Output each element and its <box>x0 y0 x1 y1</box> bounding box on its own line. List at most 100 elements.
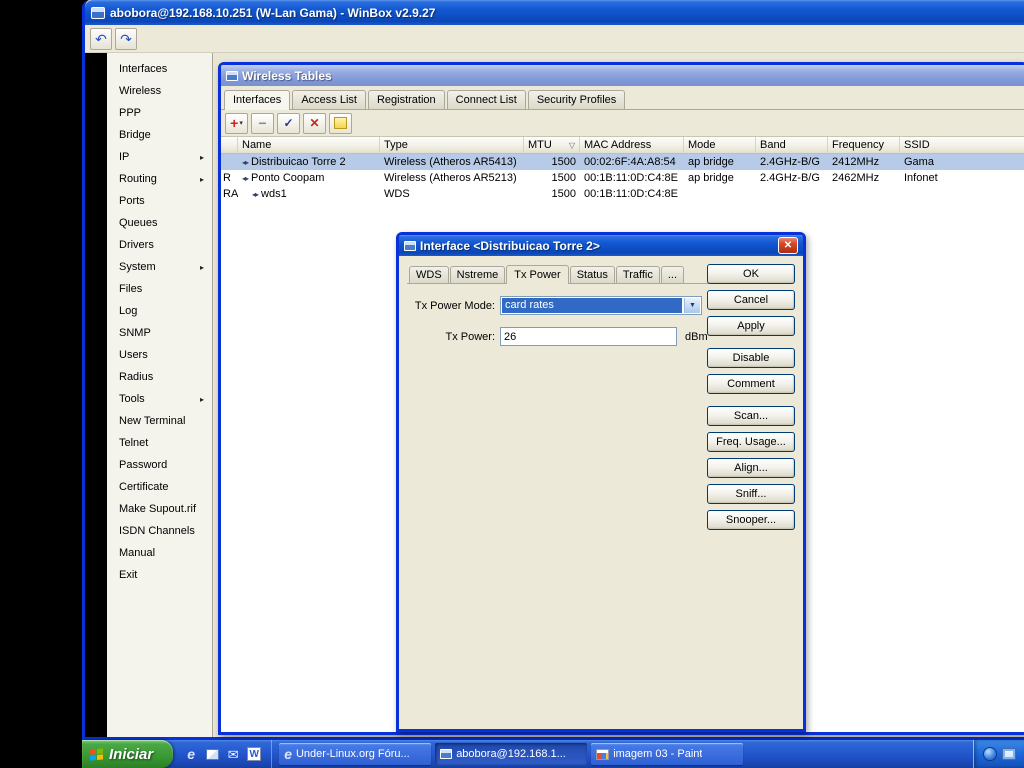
align-button[interactable]: Align... <box>707 458 795 478</box>
tab-tx-power[interactable]: Tx Power <box>506 265 568 284</box>
disable-button[interactable]: Disable <box>707 348 795 368</box>
tab-overflow[interactable]: ... <box>661 266 684 283</box>
cancel-button[interactable]: Cancel <box>707 290 795 310</box>
tab-status[interactable]: Status <box>570 266 615 283</box>
apply-button[interactable]: Apply <box>707 316 795 336</box>
comment-button[interactable]: Comment <box>707 374 795 394</box>
column-label: MTU <box>528 139 552 151</box>
row-type: WDS <box>380 186 524 202</box>
menu-label: Password <box>119 459 167 471</box>
snooper-button[interactable]: Snooper... <box>707 510 795 530</box>
tx-power-mode-row: Tx Power Mode: card rates ▼ <box>407 296 709 315</box>
tab-traffic[interactable]: Traffic <box>616 266 660 283</box>
add-button[interactable]: + ▾ <box>225 113 248 134</box>
column-header-type[interactable]: Type <box>380 137 524 154</box>
sidebar-item-routing[interactable]: Routing▸ <box>107 168 212 190</box>
menu-label: Queues <box>119 217 158 229</box>
freq-usage-button[interactable]: Freq. Usage... <box>707 432 795 452</box>
row-name: ◂▸ Distribuicao Torre 2 <box>238 154 380 170</box>
sidebar-item-files[interactable]: Files <box>107 278 212 300</box>
tx-power-mode-select[interactable]: card rates ▼ <box>500 296 702 315</box>
sidebar-item-isdn-channels[interactable]: ISDN Channels <box>107 520 212 542</box>
column-header-mtu[interactable]: MTU ▽ <box>524 137 580 154</box>
sidebar-item-radius[interactable]: Radius <box>107 366 212 388</box>
column-header-mac-address[interactable]: MAC Address <box>580 137 684 154</box>
sidebar-item-wireless[interactable]: Wireless <box>107 80 212 102</box>
column-header-band[interactable]: Band <box>756 137 828 154</box>
sidebar-item-make-supout[interactable]: Make Supout.rif <box>107 498 212 520</box>
start-button[interactable]: Iniciar <box>82 740 173 768</box>
sidebar-item-log[interactable]: Log <box>107 300 212 322</box>
tray-network-icon[interactable] <box>983 747 997 761</box>
sidebar-item-queues[interactable]: Queues <box>107 212 212 234</box>
combo-selected-value: card rates <box>502 298 682 313</box>
tab-connect-list[interactable]: Connect List <box>447 90 526 109</box>
sidebar-item-manual[interactable]: Manual <box>107 542 212 564</box>
sidebar-item-interfaces[interactable]: Interfaces <box>107 58 212 80</box>
sidebar-item-ports[interactable]: Ports <box>107 190 212 212</box>
sidebar-item-password[interactable]: Password <box>107 454 212 476</box>
taskbar-task-underlinux[interactable]: e Under-Linux.org Fóru... <box>279 743 431 765</box>
close-button[interactable]: ✕ <box>778 237 798 254</box>
sidebar-item-ppp[interactable]: PPP <box>107 102 212 124</box>
wireless-tables-titlebar[interactable]: Wireless Tables <box>221 65 1024 86</box>
dialog-tabs: WDS Nstreme Tx Power Status Traffic ... <box>407 262 709 284</box>
sidebar-item-ip[interactable]: IP▸ <box>107 146 212 168</box>
internet-explorer-icon[interactable]: e <box>183 746 199 762</box>
tab-nstreme[interactable]: Nstreme <box>450 266 506 283</box>
enable-button[interactable]: ✓ <box>277 113 300 134</box>
chevron-down-icon[interactable]: ▼ <box>684 298 700 313</box>
sidebar-item-new-terminal[interactable]: New Terminal <box>107 410 212 432</box>
tab-access-list[interactable]: Access List <box>292 90 366 109</box>
enable-check-icon: ✓ <box>283 117 293 129</box>
show-desktop-icon[interactable] <box>204 746 220 762</box>
menu-label: New Terminal <box>119 415 185 427</box>
sidebar-item-system[interactable]: System▸ <box>107 256 212 278</box>
disable-button[interactable]: ✕ <box>303 113 326 134</box>
sidebar-item-drivers[interactable]: Drivers <box>107 234 212 256</box>
remove-button[interactable]: − <box>251 113 274 134</box>
comment-button[interactable] <box>329 113 352 134</box>
column-header-flags[interactable] <box>221 137 238 154</box>
column-header-frequency[interactable]: Frequency <box>828 137 900 154</box>
sidebar-item-telnet[interactable]: Telnet <box>107 432 212 454</box>
sidebar-item-users[interactable]: Users <box>107 344 212 366</box>
sidebar-item-tools[interactable]: Tools▸ <box>107 388 212 410</box>
interface-name: wds1 <box>261 188 287 200</box>
tab-wds[interactable]: WDS <box>409 266 449 283</box>
row-ssid: Infonet <box>900 170 1024 186</box>
sidebar-item-certificate[interactable]: Certificate <box>107 476 212 498</box>
close-icon: ✕ <box>784 240 792 251</box>
sidebar-item-snmp[interactable]: SNMP <box>107 322 212 344</box>
outlook-express-icon[interactable]: ✉ <box>225 746 241 762</box>
row-type: Wireless (Atheros AR5213) <box>380 170 524 186</box>
wireless-tables-title: Wireless Tables <box>242 69 332 83</box>
main-titlebar[interactable]: abobora@192.168.10.251 (W-Lan Gama) - Wi… <box>85 0 1024 25</box>
undo-button[interactable]: ↶ <box>90 28 112 50</box>
taskbar-task-paint[interactable]: imagem 03 - Paint <box>591 743 743 765</box>
tab-interfaces[interactable]: Interfaces <box>224 90 290 110</box>
sidebar-item-exit[interactable]: Exit <box>107 564 212 586</box>
dialog-buttons: OK Cancel Apply Disable Comment Scan... … <box>707 264 795 530</box>
table-row-ponto-coopam[interactable]: R ◂▸ Ponto Coopam Wireless (Atheros AR52… <box>221 170 1024 186</box>
redo-button[interactable]: ↷ <box>115 28 137 50</box>
tx-power-input[interactable] <box>500 327 677 346</box>
table-row-wds1[interactable]: RA ◂▸ wds1 WDS 1500 00:1B:11:0D:C4:8E <box>221 186 1024 202</box>
remove-icon: − <box>258 116 266 130</box>
tab-registration[interactable]: Registration <box>368 90 445 109</box>
row-mtu: 1500 <box>524 170 580 186</box>
word-icon[interactable]: W <box>246 746 262 762</box>
scan-button[interactable]: Scan... <box>707 406 795 426</box>
tab-security-profiles[interactable]: Security Profiles <box>528 90 625 109</box>
column-header-name[interactable]: Name <box>238 137 380 154</box>
sniff-button[interactable]: Sniff... <box>707 484 795 504</box>
ok-button[interactable]: OK <box>707 264 795 284</box>
dialog-titlebar[interactable]: Interface <Distribuicao Torre 2> ✕ <box>399 235 803 256</box>
taskbar-task-winbox[interactable]: abobora@192.168.1... <box>435 743 587 765</box>
table-row-distribuicao-torre-2[interactable]: ◂▸ Distribuicao Torre 2 Wireless (Athero… <box>221 154 1024 170</box>
tray-display-icon[interactable] <box>1002 748 1016 760</box>
sidebar-item-bridge[interactable]: Bridge <box>107 124 212 146</box>
window-icon <box>226 71 238 81</box>
column-header-ssid[interactable]: SSID <box>900 137 1024 154</box>
column-header-mode[interactable]: Mode <box>684 137 756 154</box>
